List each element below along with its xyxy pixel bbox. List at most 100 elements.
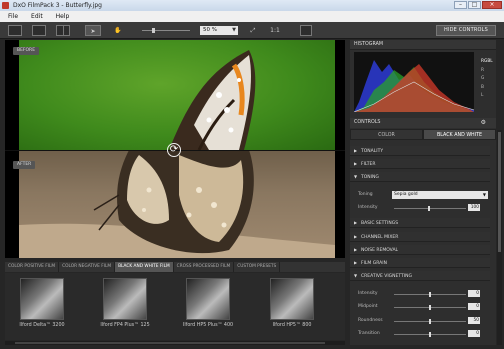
midpoint-slider[interactable]	[394, 305, 466, 310]
expand-icon: ▶	[354, 234, 358, 239]
menu-edit[interactable]: Edit	[31, 11, 43, 22]
section-label: NOISE REMOVAL	[361, 248, 399, 253]
close-button[interactable]: ×	[482, 1, 502, 9]
tab-cross-processed-film[interactable]: CROSS PROCESSED FILM	[174, 262, 235, 272]
expand-icon: ▶	[354, 220, 358, 225]
toning-intensity-slider[interactable]	[394, 206, 466, 211]
channel-l[interactable]: L	[481, 92, 493, 101]
swap-rotate-icon[interactable]: ⟳	[167, 143, 181, 157]
histogram	[354, 52, 474, 112]
app-icon	[2, 2, 9, 9]
thumbnail-ilford-fp4-plus-125[interactable]	[103, 278, 147, 320]
tab-black-and-white-film[interactable]: BLACK AND WHITE FILM	[115, 262, 174, 272]
channel-r[interactable]: R	[481, 67, 493, 76]
transition-slider[interactable]	[394, 332, 466, 337]
hide-controls-button[interactable]: HIDE CONTROLS	[436, 25, 496, 36]
roundness-label: Roundness	[358, 318, 383, 323]
vignetting-intensity-input[interactable]: 0	[468, 290, 480, 297]
fit-screen-icon[interactable]: ⤢	[247, 25, 259, 36]
slider-knob[interactable]	[429, 332, 431, 337]
window-title: DxO FilmPack 3 - Butterfly.jpg	[13, 2, 102, 9]
tab-color-negative-film[interactable]: COLOR NEGATIVE FILM	[59, 262, 116, 272]
slider-knob[interactable]	[429, 305, 431, 310]
image-viewer[interactable]: BEFORE AFTER ⟳	[5, 40, 345, 258]
section-noise-removal[interactable]: ▶ NOISE REMOVAL	[350, 245, 490, 255]
hand-tool-icon[interactable]: ✋	[112, 25, 124, 36]
vignetting-intensity-slider[interactable]	[394, 292, 466, 297]
zoom-select[interactable]: 50 % ▼	[200, 26, 238, 35]
gear-icon[interactable]: ⚙	[481, 118, 486, 128]
scrollbar-thumb[interactable]	[15, 342, 325, 344]
controls-header: CONTROLS ⚙	[350, 118, 496, 128]
toning-value: Sepia gold	[394, 192, 418, 197]
histogram-channels: RGBL R G B L	[481, 58, 493, 101]
chevron-down-icon: ▼	[232, 27, 236, 33]
section-toning[interactable]: ▼ TONING	[350, 172, 490, 182]
maximize-button[interactable]: □	[468, 1, 481, 9]
toning-label: Toning	[358, 192, 373, 197]
select-tool-button[interactable]: ➤	[85, 25, 101, 36]
before-label: BEFORE	[13, 47, 40, 55]
histogram-title: HISTOGRAM	[350, 40, 496, 50]
scrollbar-thumb[interactable]	[498, 132, 501, 252]
slider-knob[interactable]	[429, 292, 431, 297]
section-tonality[interactable]: ▶ TONALITY	[350, 146, 490, 156]
midpoint-input[interactable]: 0	[468, 303, 480, 310]
toolbar: ➤ ✋ 50 % ▼ ⤢ 1:1 HIDE CONTROLS	[0, 22, 504, 39]
thumbnail-caption: Ilford FP4 Plus™ 125	[100, 323, 150, 328]
roundness-input[interactable]: 50	[468, 317, 480, 324]
slider-knob[interactable]	[428, 206, 430, 211]
app-window: DxO FilmPack 3 - Butterfly.jpg – □ × Fil…	[0, 0, 504, 349]
zoom-slider-knob[interactable]	[152, 28, 155, 33]
tab-black-and-white[interactable]: BLACK AND WHITE	[423, 129, 496, 140]
channel-g[interactable]: G	[481, 75, 493, 84]
vignetting-intensity-label: Intensity	[358, 291, 378, 296]
tab-color-positive-film[interactable]: COLOR POSITIVE FILM	[5, 262, 60, 272]
film-thumbnails: Ilford Delta™ 3200 Ilford FP4 Plus™ 125 …	[5, 273, 345, 340]
controls-scrollbar[interactable]	[497, 130, 502, 345]
slider-knob[interactable]	[429, 319, 431, 324]
collapse-icon: ▼	[354, 273, 358, 278]
section-film-grain[interactable]: ▶ FILM GRAIN	[350, 258, 490, 268]
butterfly-color-image	[169, 50, 256, 151]
thumbnail-caption: Ilford HP5 Plus™ 400	[182, 323, 234, 328]
section-filter[interactable]: ▶ FILTER	[350, 159, 490, 169]
side-by-side-button[interactable]	[56, 25, 70, 36]
toning-select[interactable]: Sepia gold ▼	[392, 191, 488, 199]
zoom-value: 50 %	[203, 27, 217, 33]
section-label: FILTER	[361, 162, 376, 167]
expand-icon: ▶	[354, 260, 358, 265]
minimize-button[interactable]: –	[454, 1, 467, 9]
toning-intensity-input[interactable]: 100	[468, 204, 480, 211]
actual-size-button[interactable]: 1:1	[268, 25, 282, 36]
mode-tabs: COLOR BLACK AND WHITE	[350, 129, 496, 140]
menu-bar: File Edit Help	[0, 11, 504, 22]
thumbnail-ilford-hp5-800[interactable]	[270, 278, 314, 320]
channel-rgbl[interactable]: RGBL	[481, 58, 493, 67]
expand-icon: ▶	[354, 247, 358, 252]
fullscreen-button[interactable]	[300, 25, 312, 36]
channel-b[interactable]: B	[481, 84, 493, 93]
menu-help[interactable]: Help	[56, 11, 70, 22]
after-label: AFTER	[13, 161, 36, 169]
section-creative-vignetting[interactable]: ▼ CREATIVE VIGNETTING	[350, 271, 490, 281]
single-view-button[interactable]	[8, 25, 22, 36]
after-image	[19, 150, 335, 258]
thumbnail-caption: Ilford Delta™ 3200	[19, 323, 65, 328]
intensity-label: Intensity	[358, 205, 378, 210]
tab-custom-presets[interactable]: CUSTOM PRESETS	[234, 262, 281, 272]
thumbnail-ilford-delta-3200[interactable]	[20, 278, 64, 320]
collapse-icon: ▼	[354, 174, 358, 179]
section-label: TONALITY	[361, 149, 384, 154]
transition-input[interactable]: 0	[468, 330, 480, 337]
split-view-button[interactable]	[32, 25, 46, 36]
thumbnail-ilford-hp5-plus-400[interactable]	[186, 278, 230, 320]
film-strip-scrollbar[interactable]	[5, 341, 345, 345]
section-basic-settings[interactable]: ▶ BASIC SETTINGS	[350, 218, 490, 228]
section-channel-mixer[interactable]: ▶ CHANNEL MIXER	[350, 232, 490, 242]
section-label: BASIC SETTINGS	[361, 221, 399, 226]
zoom-slider[interactable]	[142, 28, 190, 33]
tab-color[interactable]: COLOR	[350, 129, 423, 140]
menu-file[interactable]: File	[8, 11, 18, 22]
roundness-slider[interactable]	[394, 319, 466, 324]
